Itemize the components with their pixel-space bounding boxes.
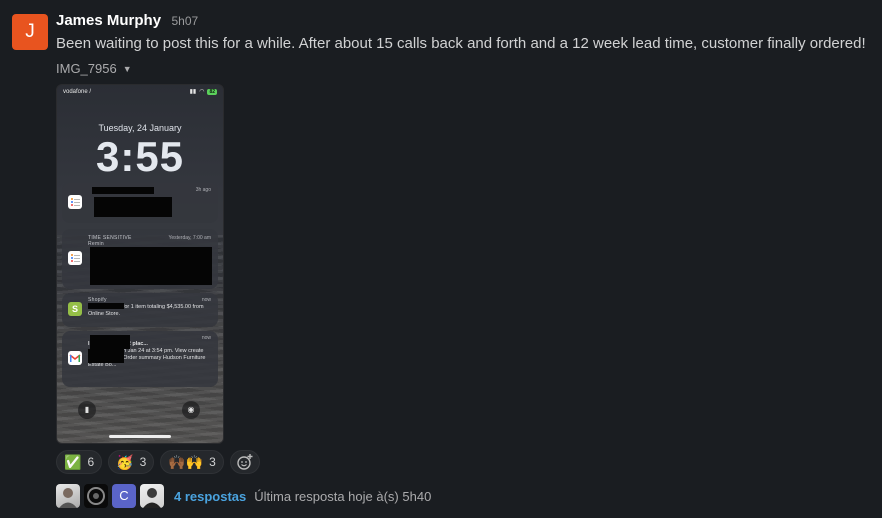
- message-header: James Murphy 5h07: [56, 12, 198, 30]
- replies-link[interactable]: 4 respostas: [174, 489, 246, 504]
- add-reaction-button[interactable]: [229, 450, 260, 474]
- reaction-raised-hands[interactable]: 🙌🏾🙌 3: [160, 450, 224, 474]
- reaction-count: 6: [87, 455, 95, 469]
- redaction: [88, 303, 124, 309]
- avatar[interactable]: J: [12, 14, 48, 50]
- party-face-emoji-icon: 🥳: [116, 454, 134, 470]
- notification-time: now: [201, 297, 211, 303]
- reply-avatar: [140, 484, 164, 508]
- battery-icon: 82: [207, 88, 217, 95]
- reaction-count: 3: [139, 455, 147, 469]
- author-name[interactable]: James Murphy: [56, 12, 161, 29]
- camera-icon: ◉: [182, 401, 200, 419]
- notification-reminder-1: 3h ago: [62, 183, 218, 223]
- home-indicator: [109, 435, 171, 438]
- lockscreen-clock: 3:55: [95, 133, 185, 180]
- reactions-bar: ✅ 6 🥳 3 🙌🏾🙌 3: [56, 450, 260, 474]
- redaction: [88, 349, 124, 363]
- raised-hands-emoji-icon: 🙌🏾🙌: [168, 454, 204, 470]
- reply-avatar: C: [112, 484, 136, 508]
- redaction: [90, 335, 130, 349]
- last-reply-time: Última resposta hoje à(s) 5h40: [254, 488, 432, 504]
- redaction: [94, 197, 172, 217]
- file-name-toggle[interactable]: IMG_7956 ▼: [56, 61, 132, 76]
- thread-summary[interactable]: C 4 respostas Última resposta hoje à(s) …: [56, 484, 431, 508]
- notification-time: 3h ago: [195, 187, 211, 193]
- reaction-count: 3: [209, 455, 216, 469]
- message-text: Been waiting to post this for a while. A…: [56, 35, 866, 52]
- reaction-party[interactable]: 🥳 3: [108, 450, 155, 474]
- redaction: [92, 187, 154, 194]
- wifi-icon: ◠: [199, 89, 205, 95]
- redaction: [90, 247, 212, 285]
- message: J James Murphy 5h07 Been waiting to post…: [0, 0, 882, 518]
- reply-avatar: [56, 484, 80, 508]
- carrier-label: vodafone /: [63, 89, 92, 95]
- notification-gmail: now l Order #AH1002 plac... placed order…: [62, 331, 218, 387]
- timestamp[interactable]: 5h07: [172, 14, 199, 28]
- notification-shopify: S Shopify now s a new order for 1 item t…: [62, 293, 218, 327]
- shopify-icon: S: [68, 302, 82, 316]
- reminders-icon: [68, 195, 82, 209]
- add-reaction-icon: [237, 454, 253, 470]
- flashlight-icon: ▮: [78, 401, 96, 419]
- notification-reminder-2: TIME SENSITIVE Remin Yesterday, 7:00 am: [62, 229, 218, 289]
- signal-icon: ▮▮: [189, 89, 197, 95]
- chevron-down-icon: ▼: [122, 64, 132, 74]
- lockscreen-date: Tuesday, 24 January: [98, 123, 182, 133]
- reaction-check[interactable]: ✅ 6: [56, 450, 103, 474]
- file-name: IMG_7956: [56, 61, 117, 76]
- gmail-icon: [68, 351, 82, 365]
- status-icons: ▮▮ ◠ 82: [190, 88, 217, 95]
- image-attachment[interactable]: vodafone / ▮▮ ◠ 82 Tuesday, 24 January 3…: [56, 84, 224, 444]
- reply-avatar: [84, 484, 108, 508]
- notification-time: Yesterday, 7:00 am: [168, 235, 211, 241]
- check-emoji-icon: ✅: [64, 454, 82, 470]
- reminders-icon: [68, 251, 82, 265]
